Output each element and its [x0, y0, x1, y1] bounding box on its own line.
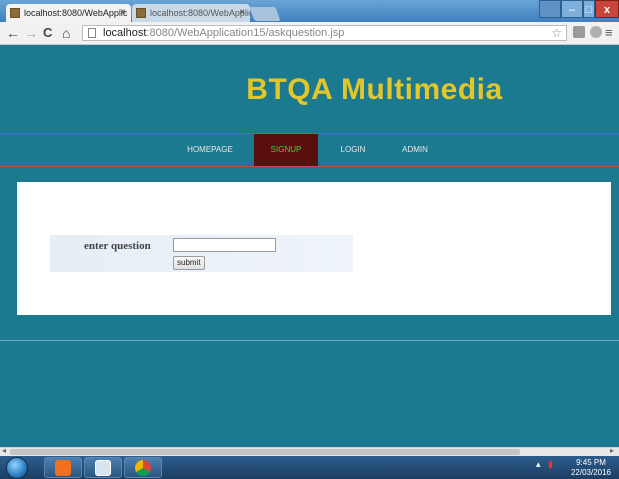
page-icon — [88, 28, 96, 38]
web-page: BTQA Multimedia HOMEPAGE SIGNUP LOGIN AD… — [0, 45, 619, 447]
new-tab-button[interactable] — [249, 7, 281, 21]
extension-icon[interactable] — [573, 26, 585, 38]
virtualbox-icon — [95, 460, 111, 476]
taskbar-app-xampp[interactable] — [44, 457, 82, 478]
maximize-button[interactable]: □ — [583, 0, 595, 18]
windows-taskbar: ▴ ▮ 9:45 PM 22/03/2016 — [0, 456, 619, 479]
address-bar[interactable]: localhost:8080/WebApplication15/askquest… — [82, 25, 567, 41]
question-input[interactable] — [173, 238, 276, 252]
close-window-button[interactable]: x — [595, 0, 619, 18]
system-clock[interactable]: 9:45 PM 22/03/2016 — [566, 458, 616, 478]
nav-login[interactable]: LOGIN — [330, 134, 376, 166]
browser-tab-inactive[interactable]: localhost:8080/WebApplic × — [132, 4, 250, 22]
network-status-icon[interactable]: ▮ — [548, 459, 553, 470]
chrome-icon — [135, 460, 151, 476]
reload-icon[interactable]: C — [43, 24, 52, 42]
page-favicon-icon — [136, 8, 146, 18]
user-profile-icon[interactable] — [539, 0, 561, 18]
page-favicon-icon — [10, 8, 20, 18]
browser-toolbar: ← → C ⌂ localhost:8080/WebApplication15/… — [0, 22, 619, 45]
ask-question-form: enter question submit — [50, 235, 353, 272]
minimize-button[interactable]: – — [561, 0, 583, 18]
extension-icon[interactable] — [590, 26, 602, 38]
submit-button[interactable]: submit — [173, 256, 205, 270]
clock-date: 22/03/2016 — [570, 468, 612, 477]
browser-tab-strip: localhost:8080/WebApplic × localhost:808… — [0, 0, 619, 22]
tab-close-icon[interactable]: × — [120, 4, 126, 22]
nav-admin[interactable]: ADMIN — [392, 134, 438, 166]
start-button-icon[interactable] — [6, 457, 28, 479]
browser-menu-icon[interactable]: ≡ — [605, 24, 613, 42]
taskbar-app-chrome[interactable] — [124, 457, 162, 478]
clock-time: 9:45 PM — [576, 458, 606, 467]
forward-arrow-icon[interactable]: → — [24, 24, 38, 42]
address-host: localhost — [103, 27, 147, 39]
browser-tab-active[interactable]: localhost:8080/WebApplic × — [6, 4, 131, 22]
address-path: :8080/WebApplication15/askquestion.jsp — [146, 27, 345, 39]
tray-arrow-icon[interactable]: ▴ — [536, 459, 541, 470]
home-icon[interactable]: ⌂ — [62, 24, 70, 42]
site-nav-bar: HOMEPAGE SIGNUP LOGIN ADMIN — [0, 133, 619, 167]
scroll-right-icon[interactable]: ▸ — [610, 446, 614, 455]
nav-homepage[interactable]: HOMEPAGE — [176, 134, 244, 166]
tab-title: localhost:8080/WebApplic — [150, 8, 250, 18]
nav-signup[interactable]: SIGNUP — [254, 134, 318, 166]
footer-divider — [0, 340, 619, 341]
xampp-icon — [55, 460, 71, 476]
tab-close-icon[interactable]: × — [239, 4, 245, 22]
tab-title: localhost:8080/WebApplic — [24, 8, 128, 18]
scroll-left-icon[interactable]: ◂ — [2, 446, 6, 455]
site-brand-title: BTQA Multimedia — [246, 73, 503, 106]
question-label: enter question — [84, 240, 151, 252]
scrollbar-thumb[interactable] — [10, 449, 520, 455]
back-arrow-icon[interactable]: ← — [6, 24, 20, 42]
content-panel: enter question submit — [17, 182, 611, 315]
bookmark-star-icon[interactable]: ☆ — [551, 26, 562, 40]
taskbar-app-virtualbox[interactable] — [84, 457, 122, 478]
